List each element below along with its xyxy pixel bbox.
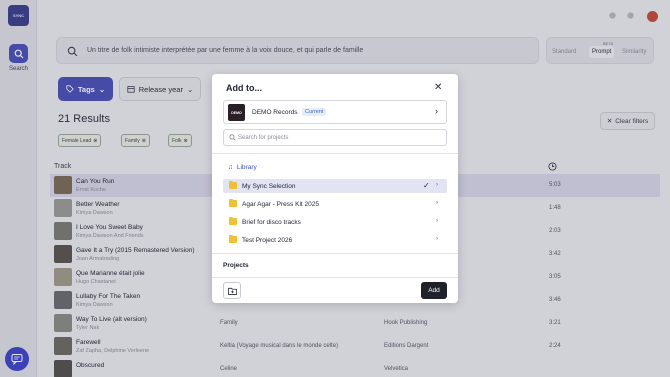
- project-name: My Sync Selection: [242, 183, 296, 190]
- project-search-input[interactable]: Search for projects: [223, 129, 447, 146]
- divider: [212, 277, 458, 278]
- project-item[interactable]: Test Project 2026 ›: [223, 233, 447, 247]
- search-icon: [229, 134, 236, 141]
- search-placeholder: Search for projects: [238, 135, 289, 141]
- dialog-title: Add to...: [226, 83, 262, 93]
- new-folder-button[interactable]: [223, 282, 241, 299]
- account-logo: DEMO: [228, 104, 245, 121]
- chevron-right-icon: ›: [435, 106, 438, 116]
- folder-icon: [229, 181, 237, 189]
- library-link[interactable]: ♫ Library: [228, 164, 257, 171]
- projects-heading: Projects: [223, 262, 249, 269]
- folder-icon: [229, 235, 237, 243]
- chevron-right-icon[interactable]: ›: [436, 236, 438, 242]
- check-icon: ✓: [423, 181, 430, 190]
- chevron-right-icon[interactable]: ›: [436, 218, 438, 224]
- account-selector[interactable]: DEMO DEMO Records Current ›: [223, 100, 447, 124]
- project-item[interactable]: Agar Agar - Press Kit 2025 ›: [223, 197, 447, 211]
- project-item[interactable]: My Sync Selection ✓ ›: [223, 179, 447, 193]
- folder-icon: [229, 199, 237, 207]
- divider: [212, 153, 458, 154]
- library-label: Library: [236, 164, 257, 171]
- add-button[interactable]: Add: [421, 282, 447, 299]
- music-note-icon: ♫: [228, 164, 233, 171]
- project-name: Test Project 2026: [242, 237, 293, 244]
- current-badge: Current: [302, 108, 327, 116]
- project-item[interactable]: Brief for disco tracks ›: [223, 215, 447, 229]
- close-icon[interactable]: ✕: [434, 82, 442, 93]
- project-name: Brief for disco tracks: [242, 219, 301, 226]
- folder-icon: [229, 217, 237, 225]
- new-folder-icon: [227, 287, 237, 295]
- account-name: DEMO Records: [252, 109, 298, 116]
- project-name: Agar Agar - Press Kit 2025: [242, 201, 319, 208]
- chevron-right-icon[interactable]: ›: [436, 182, 438, 188]
- divider: [212, 253, 458, 254]
- add-to-dialog: Add to... ✕ DEMO DEMO Records Current › …: [212, 74, 458, 303]
- chevron-right-icon[interactable]: ›: [436, 200, 438, 206]
